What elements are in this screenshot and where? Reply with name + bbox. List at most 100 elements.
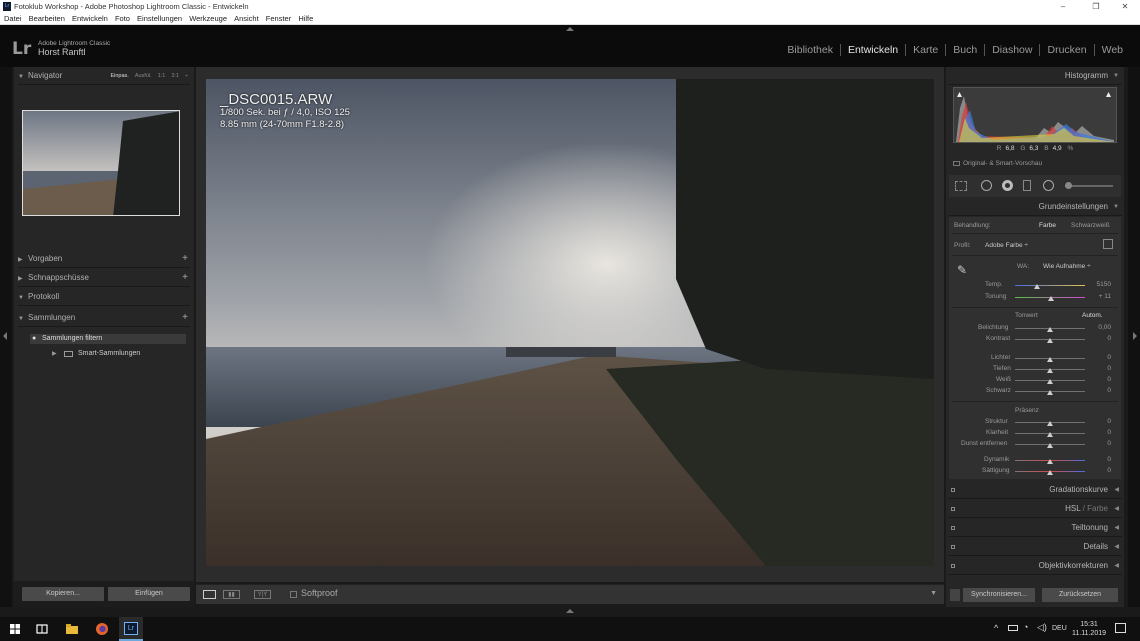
clarity-knob[interactable]: [1047, 432, 1053, 437]
collections-filter[interactable]: ● Sammlungen filtern: [30, 334, 186, 344]
saturation-value[interactable]: 0: [1087, 467, 1111, 474]
menu-entwickeln[interactable]: Entwickeln: [72, 13, 108, 25]
zoom-3-1[interactable]: 3:1: [171, 73, 179, 79]
right-edge-toggle[interactable]: [1128, 67, 1140, 607]
synchronize-button[interactable]: Synchronisieren...: [963, 588, 1035, 602]
sync-switch-icon[interactable]: [950, 589, 960, 601]
basic-header[interactable]: Grundeinstellungen ▼: [948, 198, 1122, 216]
history-header[interactable]: ▼ Protokoll: [18, 288, 190, 306]
panel-switch-icon[interactable]: [951, 545, 955, 549]
color-label[interactable]: / Farbe: [1083, 504, 1108, 513]
spot-removal-icon[interactable]: [981, 180, 992, 191]
vibrance-knob[interactable]: [1047, 459, 1053, 464]
module-bibliothek[interactable]: Bibliothek: [780, 44, 840, 56]
exposure-knob[interactable]: [1047, 327, 1053, 332]
adjustment-brush-slider[interactable]: [1065, 185, 1113, 187]
panel-switch-icon[interactable]: [951, 564, 955, 568]
menu-datei[interactable]: Datei: [4, 13, 22, 25]
highlights-knob[interactable]: [1047, 357, 1053, 362]
module-drucken[interactable]: Drucken: [1039, 44, 1093, 56]
clock-date[interactable]: 11.11.2019: [1070, 630, 1108, 638]
network-icon[interactable]: ◔: [1023, 623, 1028, 632]
texture-value[interactable]: 0: [1087, 418, 1111, 425]
notification-center-icon[interactable]: [1115, 623, 1126, 633]
zoom-stepper-icon[interactable]: ÷: [185, 73, 188, 79]
paste-settings-button[interactable]: Einfügen: [108, 587, 190, 601]
menu-foto[interactable]: Foto: [115, 13, 130, 25]
close-icon[interactable]: ✕: [1114, 0, 1136, 13]
details-header[interactable]: Details ◀: [948, 538, 1122, 556]
graduated-filter-icon[interactable]: [1023, 180, 1031, 191]
presets-header[interactable]: ▶ Vorgaben +: [18, 250, 190, 268]
task-view-icon[interactable]: [35, 622, 49, 636]
whites-value[interactable]: 0: [1087, 376, 1111, 383]
before-after-split-icon[interactable]: Y|Y: [254, 590, 271, 599]
temp-knob[interactable]: [1034, 284, 1040, 289]
profile-select[interactable]: Adobe Farbe ÷: [985, 242, 1028, 249]
red-eye-icon[interactable]: [1002, 180, 1013, 191]
volume-icon[interactable]: ◁): [1037, 623, 1047, 632]
left-panel-toggle-icon[interactable]: [3, 332, 7, 340]
menu-bearbeiten[interactable]: Bearbeiten: [29, 13, 65, 25]
before-after-icon[interactable]: ▮▮: [223, 590, 240, 599]
adjustment-brush-icon[interactable]: [1065, 182, 1072, 189]
tint-value[interactable]: + 11: [1087, 293, 1111, 300]
navigator-header[interactable]: ▼ Navigator Einpas. Ausfül. 1:1 3:1 ÷: [18, 67, 190, 85]
input-language[interactable]: DEU: [1052, 625, 1067, 633]
hsl-label[interactable]: HSL: [1065, 504, 1080, 513]
clarity-value[interactable]: 0: [1087, 429, 1111, 436]
smart-collections-item[interactable]: ▶ Smart-Sammlungen: [30, 349, 186, 359]
tint-knob[interactable]: [1048, 296, 1054, 301]
module-diashow[interactable]: Diashow: [984, 44, 1039, 56]
menu-ansicht[interactable]: Ansicht: [234, 13, 259, 25]
zoom-fill[interactable]: Ausfül.: [135, 73, 152, 79]
temp-slider[interactable]: [1015, 285, 1085, 286]
shadows-knob[interactable]: [1047, 368, 1053, 373]
toolbar-options-icon[interactable]: ▼: [930, 590, 937, 597]
tone-curve-header[interactable]: Gradationskurve ◀: [948, 481, 1122, 499]
battery-icon[interactable]: [1008, 625, 1018, 631]
auto-tone-button[interactable]: Autom.: [1082, 312, 1103, 319]
add-snapshot-icon[interactable]: +: [182, 269, 188, 287]
saturation-knob[interactable]: [1047, 470, 1053, 475]
module-karte[interactable]: Karte: [905, 44, 945, 56]
treatment-color[interactable]: Farbe: [1039, 222, 1056, 229]
highlights-value[interactable]: 0: [1087, 354, 1111, 361]
lightroom-task-button[interactable]: Lr: [119, 617, 143, 641]
main-photo[interactable]: _DSC0015.ARW 1/800 Sek. bei ƒ / 4,0, ISO…: [206, 79, 934, 566]
windows-start-icon[interactable]: [8, 622, 22, 636]
blacks-knob[interactable]: [1047, 390, 1053, 395]
contrast-value[interactable]: 0: [1087, 335, 1111, 342]
profile-browser-icon[interactable]: [1103, 239, 1113, 249]
zoom-1-1[interactable]: 1:1: [158, 73, 166, 79]
panel-switch-icon[interactable]: [951, 488, 955, 492]
split-toning-header[interactable]: Teiltonung ◀: [948, 519, 1122, 537]
clock-time[interactable]: 15:31: [1072, 621, 1106, 629]
top-panel-toggle-icon[interactable]: [566, 27, 574, 31]
menu-hilfe[interactable]: Hilfe: [298, 13, 313, 25]
smart-preview-status[interactable]: Original- & Smart-Vorschau: [953, 160, 1042, 167]
right-panel-toggle-icon[interactable]: [1133, 332, 1137, 340]
tray-overflow-icon[interactable]: ^: [994, 624, 998, 633]
minimize-icon[interactable]: –: [1052, 0, 1074, 13]
loupe-view-icon[interactable]: [203, 590, 216, 599]
wb-select[interactable]: Wie Aufnahme ÷: [1043, 263, 1091, 270]
module-web[interactable]: Web: [1093, 44, 1130, 56]
copy-settings-button[interactable]: Kopieren...: [22, 587, 104, 601]
whites-knob[interactable]: [1047, 379, 1053, 384]
radial-filter-icon[interactable]: [1043, 180, 1054, 191]
file-explorer-icon[interactable]: [65, 622, 79, 636]
menu-fenster[interactable]: Fenster: [266, 13, 291, 25]
crop-tool-icon[interactable]: [955, 181, 967, 191]
module-entwickeln[interactable]: Entwickeln: [839, 44, 905, 56]
hsl-header[interactable]: HSL / Farbe ◀: [948, 500, 1122, 518]
menu-werkzeuge[interactable]: Werkzeuge: [189, 13, 227, 25]
dehaze-knob[interactable]: [1047, 443, 1053, 448]
temp-value[interactable]: 5150: [1087, 281, 1111, 288]
add-collection-icon[interactable]: +: [182, 309, 188, 327]
filmstrip-toggle-icon[interactable]: [566, 609, 574, 613]
navigator-preview[interactable]: [22, 110, 180, 216]
panel-switch-icon[interactable]: [951, 526, 955, 530]
zoom-fit[interactable]: Einpas.: [110, 73, 128, 79]
collections-header[interactable]: ▼ Sammlungen +: [18, 309, 190, 327]
